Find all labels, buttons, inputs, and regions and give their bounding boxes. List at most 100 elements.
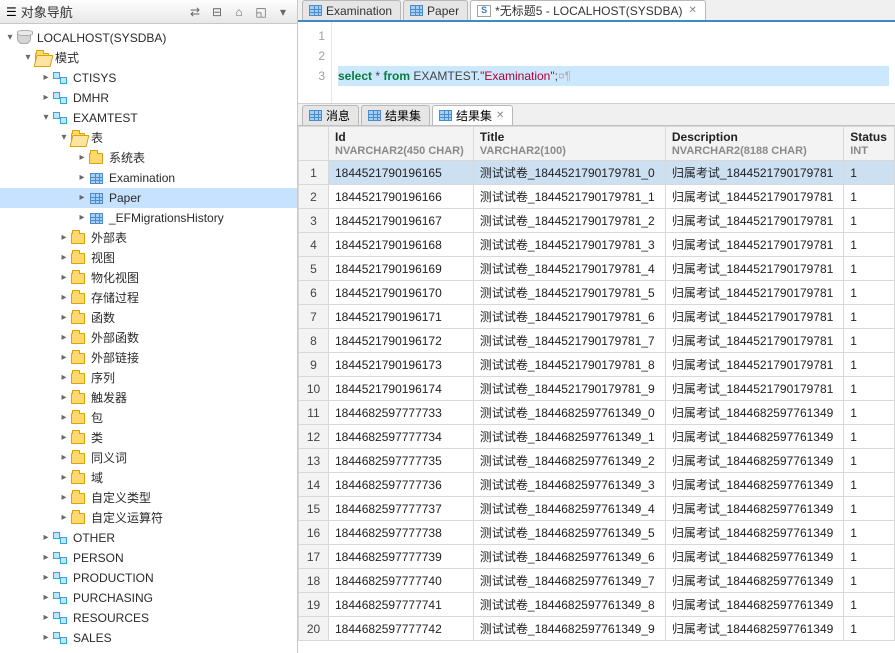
cell-status[interactable]: 1 (844, 281, 895, 305)
cell-id[interactable]: 1844521790196172 (329, 329, 474, 353)
cell-id[interactable]: 1844682597777742 (329, 617, 474, 641)
tree-node-system-tables[interactable]: ▸系统表 (0, 148, 297, 168)
cell-id[interactable]: 1844521790196168 (329, 233, 474, 257)
twisty-icon[interactable]: ▸ (76, 168, 88, 188)
cell-id[interactable]: 1844682597777733 (329, 401, 474, 425)
cell-status[interactable]: 1 (844, 497, 895, 521)
twisty-icon[interactable]: ▸ (40, 568, 52, 588)
cell-status[interactable]: 1 (844, 545, 895, 569)
table-row[interactable]: 111844682597777733测试试卷_1844682597761349_… (299, 401, 895, 425)
row-number[interactable]: 4 (299, 233, 329, 257)
cell-id[interactable]: 1844521790196166 (329, 185, 474, 209)
twisty-icon[interactable]: ▸ (58, 448, 70, 468)
table-row[interactable]: 181844682597777740测试试卷_1844682597761349_… (299, 569, 895, 593)
tree-node-folder[interactable]: ▸外部表 (0, 228, 297, 248)
column-header[interactable]: IdNVARCHAR2(450 CHAR) (329, 127, 474, 161)
table-row[interactable]: 171844682597777739测试试卷_1844682597761349_… (299, 545, 895, 569)
cell-id[interactable]: 1844682597777739 (329, 545, 474, 569)
column-header[interactable]: TitleVARCHAR2(100) (473, 127, 665, 161)
editor-tab[interactable]: *无标题5 - LOCALHOST(SYSDBA)✕ (470, 0, 706, 20)
twisty-icon[interactable]: ▸ (58, 468, 70, 488)
row-number[interactable]: 10 (299, 377, 329, 401)
cell-status[interactable]: 1 (844, 233, 895, 257)
tree-node-folder[interactable]: ▸触发器 (0, 388, 297, 408)
twisty-icon[interactable]: ▸ (58, 428, 70, 448)
close-icon[interactable]: ✕ (688, 5, 696, 16)
editor-tab[interactable]: Examination (302, 0, 401, 20)
tree-node-folder[interactable]: ▸包 (0, 408, 297, 428)
table-row[interactable]: 11844521790196165测试试卷_1844521790179781_0… (299, 161, 895, 185)
tree-node-mode[interactable]: ▾ 模式 (0, 48, 297, 68)
twisty-icon[interactable]: ▸ (58, 348, 70, 368)
twisty-icon[interactable]: ▸ (58, 248, 70, 268)
cell-status[interactable]: 1 (844, 209, 895, 233)
tree-node-folder[interactable]: ▸外部函数 (0, 328, 297, 348)
cell-status[interactable]: 1 (844, 305, 895, 329)
cell-id[interactable]: 1844521790196165 (329, 161, 474, 185)
cell-status[interactable]: 1 (844, 617, 895, 641)
cell-id[interactable]: 1844521790196171 (329, 305, 474, 329)
tree-node-folder[interactable]: ▸序列 (0, 368, 297, 388)
row-number[interactable]: 13 (299, 449, 329, 473)
tree-node-tables[interactable]: ▾表 (0, 128, 297, 148)
twisty-icon[interactable]: ▸ (40, 588, 52, 608)
table-row[interactable]: 121844682597777734测试试卷_1844682597761349_… (299, 425, 895, 449)
twisty-icon[interactable]: ▸ (58, 228, 70, 248)
cell-title[interactable]: 测试试卷_1844682597761349_4 (473, 497, 665, 521)
row-number[interactable]: 18 (299, 569, 329, 593)
twisty-icon[interactable]: ▸ (58, 508, 70, 528)
row-number[interactable]: 8 (299, 329, 329, 353)
cell-description[interactable]: 归属考试_1844521790179781 (665, 305, 843, 329)
row-number[interactable]: 17 (299, 545, 329, 569)
cell-description[interactable]: 归属考试_1844521790179781 (665, 257, 843, 281)
table-row[interactable]: 91844521790196173测试试卷_1844521790179781_8… (299, 353, 895, 377)
cell-status[interactable]: 1 (844, 593, 895, 617)
tree-node-folder[interactable]: ▸域 (0, 468, 297, 488)
cell-title[interactable]: 测试试卷_1844682597761349_1 (473, 425, 665, 449)
cell-description[interactable]: 归属考试_1844682597761349 (665, 521, 843, 545)
cell-title[interactable]: 测试试卷_1844682597761349_9 (473, 617, 665, 641)
table-row[interactable]: 71844521790196171测试试卷_1844521790179781_6… (299, 305, 895, 329)
cell-title[interactable]: 测试试卷_1844521790179781_5 (473, 281, 665, 305)
twisty-icon[interactable]: ▸ (58, 488, 70, 508)
cell-id[interactable]: 1844682597777737 (329, 497, 474, 521)
table-row[interactable]: 201844682597777742测试试卷_1844682597761349_… (299, 617, 895, 641)
table-row[interactable]: 101844521790196174测试试卷_1844521790179781_… (299, 377, 895, 401)
tree-node-folder[interactable]: ▸存储过程 (0, 288, 297, 308)
tree-node-folder[interactable]: ▸自定义运算符 (0, 508, 297, 528)
twisty-icon[interactable]: ▸ (58, 328, 70, 348)
table-row[interactable]: 51844521790196169测试试卷_1844521790179781_4… (299, 257, 895, 281)
cell-description[interactable]: 归属考试_1844521790179781 (665, 185, 843, 209)
twisty-icon[interactable]: ▸ (40, 528, 52, 548)
cell-description[interactable]: 归属考试_1844521790179781 (665, 329, 843, 353)
pin-icon[interactable]: ⌂ (231, 4, 247, 20)
cell-description[interactable]: 归属考试_1844682597761349 (665, 545, 843, 569)
tree-node-schema[interactable]: ▸SALES (0, 628, 297, 648)
tree-node-schema[interactable]: ▸DMHR (0, 88, 297, 108)
twisty-icon[interactable]: ▸ (40, 68, 52, 88)
link-icon[interactable]: ⇄ (187, 4, 203, 20)
tab-resultset[interactable]: 结果集✕ (432, 105, 513, 125)
cell-status[interactable]: 1 (844, 521, 895, 545)
cell-id[interactable]: 1844682597777734 (329, 425, 474, 449)
cell-status[interactable]: 1 (844, 161, 895, 185)
twisty-icon[interactable]: ▾ (40, 108, 52, 128)
row-number[interactable]: 2 (299, 185, 329, 209)
collapse-icon[interactable]: ⊟ (209, 4, 225, 20)
twisty-icon[interactable]: ▸ (40, 628, 52, 648)
twisty-icon[interactable]: ▸ (40, 88, 52, 108)
cell-status[interactable]: 1 (844, 425, 895, 449)
cell-title[interactable]: 测试试卷_1844521790179781_6 (473, 305, 665, 329)
cell-id[interactable]: 1844521790196169 (329, 257, 474, 281)
cell-status[interactable]: 1 (844, 353, 895, 377)
table-row[interactable]: 151844682597777737测试试卷_1844682597761349_… (299, 497, 895, 521)
table-row[interactable]: 61844521790196170测试试卷_1844521790179781_5… (299, 281, 895, 305)
cell-status[interactable]: 1 (844, 401, 895, 425)
twisty-icon[interactable]: ▾ (4, 28, 16, 48)
cell-title[interactable]: 测试试卷_1844682597761349_5 (473, 521, 665, 545)
table-row[interactable]: 161844682597777738测试试卷_1844682597761349_… (299, 521, 895, 545)
twisty-icon[interactable]: ▸ (76, 188, 88, 208)
tree-node-table-efmig[interactable]: ▸_EFMigrationsHistory (0, 208, 297, 228)
cell-id[interactable]: 1844521790196173 (329, 353, 474, 377)
row-number[interactable]: 6 (299, 281, 329, 305)
